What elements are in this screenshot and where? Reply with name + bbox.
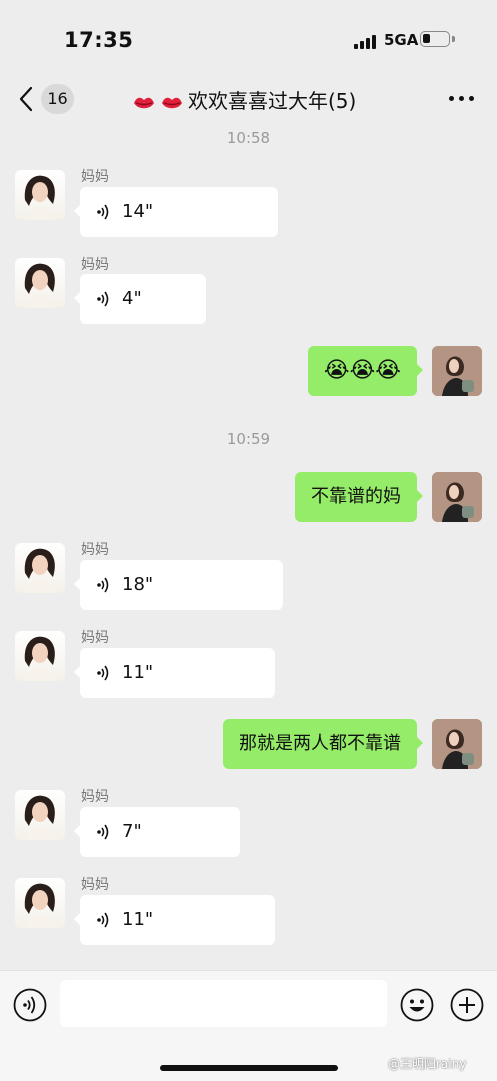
text-message[interactable]: 那就是两人都不靠谱 bbox=[223, 719, 423, 769]
voice-input-icon[interactable] bbox=[13, 988, 47, 1022]
input-bar: @王明阳rainy bbox=[0, 970, 497, 1081]
voice-message[interactable]: 18" bbox=[74, 560, 283, 610]
text-message[interactable]: 不靠谱的妈 bbox=[295, 472, 423, 522]
voice-duration: 11" bbox=[122, 909, 154, 930]
voice-duration: 7" bbox=[122, 821, 142, 842]
sender-name: 妈妈 bbox=[81, 257, 109, 273]
voice-message[interactable]: 14" bbox=[74, 187, 278, 237]
timestamp: 10:59 bbox=[226, 430, 271, 448]
watermark: @王明阳rainy bbox=[388, 1057, 467, 1071]
voice-duration: 14" bbox=[122, 201, 154, 222]
plus-icon[interactable] bbox=[450, 988, 484, 1022]
voice-message[interactable]: 4" bbox=[74, 274, 206, 324]
voice-duration: 4" bbox=[122, 288, 142, 309]
sender-name: 妈妈 bbox=[81, 169, 109, 185]
voice-duration: 18" bbox=[122, 574, 154, 595]
more-icon[interactable] bbox=[449, 96, 475, 102]
sender-name: 妈妈 bbox=[81, 542, 109, 558]
voice-message[interactable]: 11" bbox=[74, 648, 275, 698]
voice-wave-icon bbox=[97, 577, 109, 593]
voice-wave-icon bbox=[97, 665, 109, 681]
voice-message[interactable]: 7" bbox=[74, 807, 240, 857]
avatar[interactable] bbox=[15, 543, 65, 593]
cellular-signal-icon bbox=[354, 33, 380, 49]
avatar[interactable] bbox=[15, 790, 65, 840]
unread-count-badge[interactable]: 16 bbox=[41, 84, 74, 114]
battery-icon bbox=[420, 31, 450, 47]
status-bar: 17:35 5GA bbox=[0, 0, 497, 80]
back-chevron-icon[interactable] bbox=[16, 82, 40, 116]
voice-message[interactable]: 11" bbox=[74, 895, 275, 945]
text-message[interactable]: 😭😭😭 bbox=[307, 346, 424, 396]
home-indicator bbox=[160, 1065, 338, 1071]
message-input[interactable] bbox=[60, 980, 387, 1027]
voice-wave-icon bbox=[97, 204, 109, 220]
lips-icon bbox=[134, 97, 154, 108]
emoji-icon[interactable] bbox=[400, 988, 434, 1022]
avatar[interactable] bbox=[432, 472, 482, 522]
voice-wave-icon bbox=[97, 291, 109, 307]
avatar[interactable] bbox=[15, 631, 65, 681]
avatar[interactable] bbox=[432, 719, 482, 769]
voice-duration: 11" bbox=[122, 662, 154, 683]
chat-title: 欢欢喜喜过大年(5) bbox=[132, 85, 356, 114]
voice-wave-icon bbox=[97, 824, 109, 840]
sender-name: 妈妈 bbox=[81, 630, 109, 646]
chat-header: 16 欢欢喜喜过大年(5) bbox=[0, 76, 497, 122]
avatar[interactable] bbox=[15, 258, 65, 308]
sender-name: 妈妈 bbox=[81, 789, 109, 805]
avatar[interactable] bbox=[15, 170, 65, 220]
timestamp: 10:58 bbox=[226, 129, 271, 147]
network-type: 5GA bbox=[384, 31, 419, 49]
sender-name: 妈妈 bbox=[81, 877, 109, 893]
status-time: 17:35 bbox=[64, 28, 134, 52]
avatar[interactable] bbox=[432, 346, 482, 396]
voice-wave-icon bbox=[97, 912, 109, 928]
lips-icon bbox=[162, 97, 182, 108]
chat-title-text: 欢欢喜喜过大年(5) bbox=[188, 89, 357, 113]
avatar[interactable] bbox=[15, 878, 65, 928]
